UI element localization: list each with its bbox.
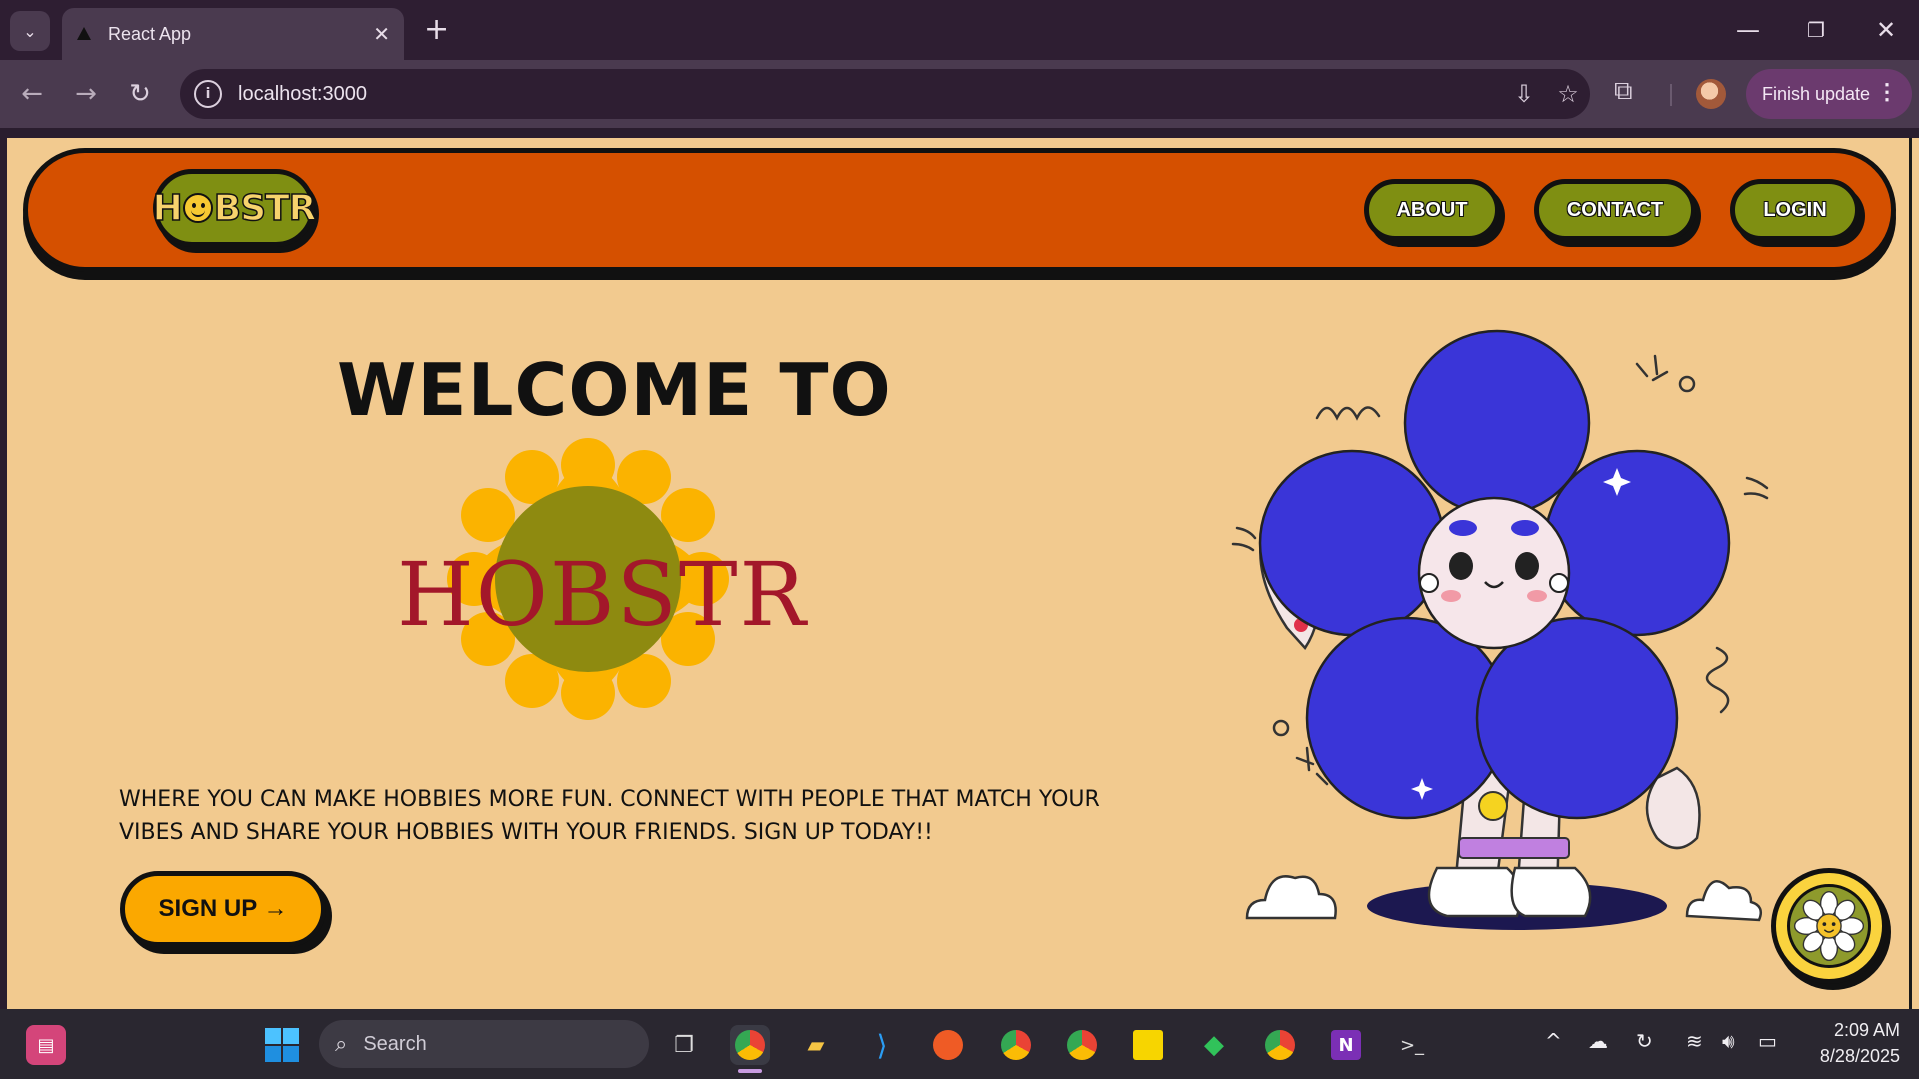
- site-logo[interactable]: H BSTR: [152, 169, 317, 247]
- volume-icon[interactable]: 🔊︎: [1722, 1029, 1735, 1053]
- signup-button[interactable]: SIGN UP →: [120, 871, 326, 947]
- tab-title: React App: [108, 23, 192, 44]
- mongodb-icon[interactable]: ◆: [1194, 1025, 1234, 1065]
- back-button[interactable]: ←: [14, 76, 50, 112]
- browser-toolbar: ← → ↻ i localhost:3000 ⇩ ☆ ⧉ Finish upda…: [0, 60, 1919, 128]
- terminal-icon[interactable]: >_: [1392, 1025, 1432, 1065]
- page-viewport: H BSTR ABOUT CONTACT LOGIN WELCOME TO HO…: [7, 138, 1909, 1009]
- react-favicon-icon: [77, 27, 91, 40]
- active-app-indicator: [738, 1069, 762, 1073]
- logo-text-right: BSTR: [213, 187, 317, 230]
- finish-update-label: Finish update: [1762, 83, 1871, 104]
- onedrive-cloud-icon[interactable]: ☁: [1588, 1029, 1608, 1053]
- chatbot-button[interactable]: [1771, 868, 1887, 984]
- welcome-heading: WELCOME TO: [337, 348, 892, 432]
- flower-character-illustration: [1231, 329, 1769, 930]
- task-view-icon[interactable]: ❐: [664, 1025, 704, 1065]
- toolbar-divider: [1670, 84, 1672, 106]
- sync-icon[interactable]: ↻: [1636, 1029, 1653, 1053]
- restore-button[interactable]: ❐: [1796, 12, 1836, 48]
- windows-taskbar: ▤ ⌕ Search ❐ ▰ ⟩ ◆ N >_ ^ ☁ ↻ ≋ 🔊︎ ▭ 2:0…: [0, 1009, 1919, 1079]
- more-menu-icon[interactable]: ⋮: [1876, 79, 1898, 105]
- browser-tab-strip: ⌄ React App ✕ + — ❐ ✕: [0, 0, 1919, 60]
- vscode-icon[interactable]: ⟩: [862, 1025, 902, 1065]
- close-window-button[interactable]: ✕: [1866, 12, 1906, 48]
- forward-button[interactable]: →: [68, 76, 104, 112]
- show-hidden-icons-chevron-icon[interactable]: ^: [1545, 1029, 1562, 1053]
- bookmark-star-icon[interactable]: ☆: [1546, 80, 1590, 108]
- clock-date: 8/28/2025: [1819, 1046, 1900, 1066]
- chevron-down-icon: ⌄: [23, 21, 37, 41]
- sticky-notes-icon[interactable]: [1128, 1025, 1168, 1065]
- tab-search-button[interactable]: ⌄: [10, 11, 50, 51]
- nav-contact-button[interactable]: CONTACT: [1534, 179, 1696, 241]
- minimize-button[interactable]: —: [1728, 12, 1768, 48]
- url-text[interactable]: localhost:3000: [238, 83, 1502, 106]
- profile-avatar[interactable]: [1696, 79, 1726, 109]
- file-explorer-icon[interactable]: ▰: [796, 1025, 836, 1065]
- close-tab-icon[interactable]: ✕: [373, 22, 390, 46]
- reload-button[interactable]: ↻: [122, 76, 158, 112]
- system-clock[interactable]: 2:09 AM 8/28/2025: [1800, 1017, 1900, 1069]
- browser-tab[interactable]: React App ✕: [62, 8, 404, 60]
- onenote-icon[interactable]: N: [1326, 1025, 1366, 1065]
- site-info-icon[interactable]: i: [194, 80, 222, 108]
- nav-about-button[interactable]: ABOUT: [1364, 179, 1500, 241]
- new-tab-button[interactable]: +: [424, 12, 449, 48]
- taskbar-search-label: Search: [363, 1032, 427, 1055]
- clock-time: 2:09 AM: [1833, 1020, 1900, 1040]
- site-navbar: H BSTR ABOUT CONTACT LOGIN: [23, 148, 1896, 272]
- hero-brand-title: HOBSTR: [397, 543, 808, 646]
- chrome-icon[interactable]: [730, 1025, 770, 1065]
- start-windows-icon[interactable]: [262, 1025, 302, 1065]
- finish-update-button[interactable]: Finish update ⋮: [1746, 69, 1912, 119]
- postman-icon[interactable]: [928, 1025, 968, 1065]
- battery-icon[interactable]: ▭: [1758, 1029, 1777, 1053]
- address-bar[interactable]: i localhost:3000 ⇩ ☆: [180, 69, 1590, 119]
- hero-tagline: WHERE YOU CAN MAKE HOBBIES MORE FUN. CON…: [119, 787, 1100, 845]
- extensions-icon[interactable]: ⧉: [1614, 76, 1633, 107]
- wifi-icon[interactable]: ≋: [1686, 1029, 1703, 1053]
- logo-text-left: H: [152, 187, 184, 230]
- logo-wordmark: H BSTR: [152, 187, 317, 230]
- chrome-profile-2-icon[interactable]: [996, 1025, 1036, 1065]
- install-app-icon[interactable]: ⇩: [1502, 80, 1546, 108]
- search-icon: ⌕: [335, 1031, 348, 1057]
- nav-login-button[interactable]: LOGIN: [1730, 179, 1860, 241]
- taskbar-search[interactable]: ⌕ Search: [319, 1020, 649, 1068]
- chrome-profile-4-icon[interactable]: [1260, 1025, 1300, 1065]
- page-scrollbar[interactable]: [1909, 138, 1919, 1009]
- widgets-icon[interactable]: ▤: [26, 1025, 66, 1065]
- chrome-profile-3-icon[interactable]: [1062, 1025, 1102, 1065]
- smiley-icon: [182, 193, 213, 223]
- daisy-icon: [1787, 884, 1871, 968]
